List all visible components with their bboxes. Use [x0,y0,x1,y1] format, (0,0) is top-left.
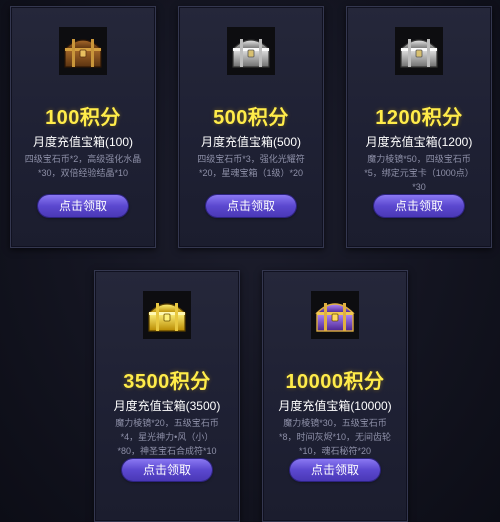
chest-name: 月度充值宝箱(100) [32,135,133,149]
points-label: 500积分 [213,107,289,129]
reward-description: 四级宝石币*2，高级强化水晶 *30，双倍经验结晶*10 [21,152,145,180]
desc-line: *4，星光神力•风（小） [120,432,214,442]
claim-button[interactable]: 点击领取 [374,195,464,217]
desc-line: *20，星魂宝箱（1级）*20 [198,168,304,178]
claim-button[interactable]: 点击领取 [122,459,212,481]
points-label: 10000积分 [285,371,385,393]
desc-line: *30 [412,182,426,192]
desc-line: *30，双倍经验结晶*10 [37,168,129,178]
desc-line: *8，时间灰烬*10，无间齿轮 [278,432,392,442]
reward-card-10000: 10000积分 月度充值宝箱(10000) 魔力棱镜*30，五级宝石币 *8，时… [262,270,408,522]
desc-line: 魔力棱镜*50，四级宝石币 [367,154,471,164]
desc-line: *80，神圣宝石合成符*10 [117,446,217,456]
wooden-chest-icon [59,27,107,75]
desc-line: 魔力棱镜*20，五级宝石币 [115,418,219,428]
reward-description: 魔力棱镜*30，五级宝石币 *8，时间灰烬*10，无间齿轮 *10，魂石秘符*2… [273,416,397,458]
claim-button[interactable]: 点击领取 [38,195,128,217]
silver-chest-icon [227,27,275,75]
chest-name: 月度充值宝箱(1200) [365,135,473,149]
reward-card-500: 500积分 月度充值宝箱(500) 四级宝石币*3，强化光耀符 *20，星魂宝箱… [178,6,324,248]
desc-line: 魔力棱镜*30，五级宝石币 [283,418,387,428]
reward-card-3500: 3500积分 月度充值宝箱(3500) 魔力棱镜*20，五级宝石币 *4，星光神… [94,270,240,522]
chest-name: 月度充值宝箱(3500) [113,399,221,413]
gold-chest-icon [143,291,191,339]
reward-card-100: 100积分 月度充值宝箱(100) 四级宝石币*2，高级强化水晶 *30，双倍经… [10,6,156,248]
reward-description: 魔力棱镜*50，四级宝石币 *5，绑定元宝卡（1000点） *30 [357,152,481,194]
silver-chest-icon [395,27,443,75]
reward-card-1200: 1200积分 月度充值宝箱(1200) 魔力棱镜*50，四级宝石币 *5，绑定元… [346,6,492,248]
points-label: 100积分 [45,107,121,129]
points-label: 3500积分 [123,371,211,393]
reward-description: 四级宝石币*3，强化光耀符 *20，星魂宝箱（1级）*20 [189,152,313,180]
claim-button[interactable]: 点击领取 [206,195,296,217]
chest-name: 月度充值宝箱(500) [200,135,301,149]
desc-line: 四级宝石币*3，强化光耀符 [197,154,305,164]
desc-line: *10，魂石秘符*20 [298,446,372,456]
points-label: 1200积分 [375,107,463,129]
reward-description: 魔力棱镜*20，五级宝石币 *4，星光神力•风（小） *80，神圣宝石合成符*1… [105,416,229,458]
purple-chest-icon [311,291,359,339]
desc-line: *5，绑定元宝卡（1000点） [364,168,474,178]
claim-button[interactable]: 点击领取 [290,459,380,481]
chest-name: 月度充值宝箱(10000) [278,399,392,413]
desc-line: 四级宝石币*2，高级强化水晶 [24,154,142,164]
